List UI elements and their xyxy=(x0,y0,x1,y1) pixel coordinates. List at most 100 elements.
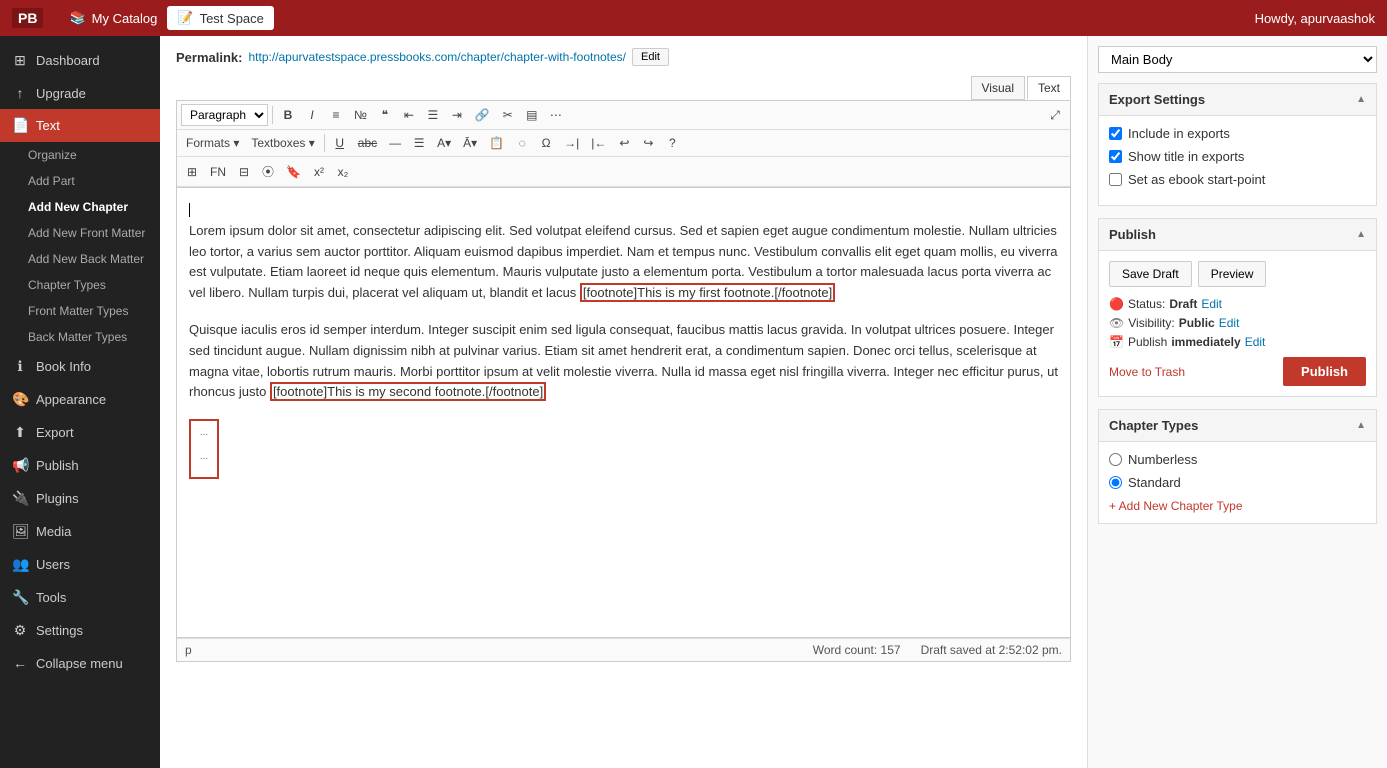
small-block[interactable]: ... ... xyxy=(189,419,219,479)
subscript-button[interactable]: x₂ xyxy=(332,162,354,182)
font-bg-button[interactable]: Ā▾ xyxy=(458,133,482,153)
underline-button[interactable]: U xyxy=(329,133,351,153)
ul-button[interactable]: ≡ xyxy=(325,105,347,125)
sidebar-item-media[interactable]: 🖼 Media xyxy=(0,515,160,548)
sidebar-item-upgrade[interactable]: ↑ Upgrade xyxy=(0,77,160,109)
status-edit-link[interactable]: Edit xyxy=(1201,297,1222,311)
blockquote-button[interactable]: ❝ xyxy=(374,105,396,125)
sidebar-subitem-organize[interactable]: Organize xyxy=(0,142,160,168)
clear-format-button[interactable]: ◌ xyxy=(511,133,533,153)
export-chevron-icon: ▲ xyxy=(1356,94,1366,105)
align-right-button[interactable]: ⇥ xyxy=(446,105,468,125)
editor-status-bar: p Word count: 157 Draft saved at 2:52:02… xyxy=(176,638,1071,662)
fullscreen-button[interactable]: ⤢ xyxy=(1044,105,1066,126)
undo-button[interactable]: ↩ xyxy=(613,133,635,153)
editor-paragraph-2[interactable]: Quisque iaculis eros id semper interdum.… xyxy=(189,320,1058,403)
footnote-1[interactable]: [footnote]This is my first footnote.[/fo… xyxy=(580,283,835,302)
publish-button[interactable]: Publish xyxy=(1283,357,1366,386)
footnote-2[interactable]: [footnote]This is my second footnote.[/f… xyxy=(270,382,546,401)
sidebar-item-users[interactable]: 👥 Users xyxy=(0,548,160,581)
sidebar-item-dashboard[interactable]: ⊞ Dashboard xyxy=(0,44,160,77)
publish-section: Publish ▲ Save Draft Preview 🔴 Status: D… xyxy=(1098,218,1377,397)
add-chapter-type-link[interactable]: + Add New Chapter Type xyxy=(1109,499,1243,513)
preview-button[interactable]: Preview xyxy=(1198,261,1267,287)
include-exports-checkbox[interactable] xyxy=(1109,127,1122,140)
sidebar-item-collapse[interactable]: ← Collapse menu xyxy=(0,647,160,679)
sidebar-item-book-info[interactable]: ℹ Book Info xyxy=(0,350,160,383)
separator-2 xyxy=(324,134,325,152)
unlink-button[interactable]: ✂ xyxy=(497,105,519,125)
indent-button[interactable]: →| xyxy=(559,133,584,153)
timing-icon: 📅 xyxy=(1109,335,1124,349)
publish-timing-label: Publish xyxy=(1128,335,1167,349)
font-color-button[interactable]: A▾ xyxy=(432,133,456,153)
more-button[interactable]: ⋯ xyxy=(545,105,567,125)
link-button[interactable]: 🔗 xyxy=(470,105,495,125)
tab-text[interactable]: Text xyxy=(1027,76,1071,100)
help-button[interactable]: ? xyxy=(661,133,683,153)
sidebar-item-tools[interactable]: 🔧 Tools xyxy=(0,581,160,614)
topbar-catalog-link[interactable]: 📚 My Catalog xyxy=(59,6,167,30)
align-left-button[interactable]: ⇤ xyxy=(398,105,420,125)
sidebar-item-publish[interactable]: 📢 Publish xyxy=(0,449,160,482)
sidebar-item-export[interactable]: ⬆ Export xyxy=(0,416,160,449)
formats-dropdown[interactable]: Formats ▾ xyxy=(181,133,244,153)
sidebar-subitem-add-back[interactable]: Add New Back Matter xyxy=(0,246,160,272)
permalink-edit-button[interactable]: Edit xyxy=(632,48,669,66)
bold-button[interactable]: B xyxy=(277,105,299,125)
sidebar-subitem-back-types[interactable]: Back Matter Types xyxy=(0,324,160,350)
editor-toolbar: Paragraph Heading 1 Heading 2 B I ≡ № ❝ … xyxy=(176,100,1071,188)
special-char-button[interactable]: Ω xyxy=(535,133,557,153)
paragraph-select[interactable]: Paragraph Heading 1 Heading 2 xyxy=(181,104,268,126)
save-draft-button[interactable]: Save Draft xyxy=(1109,261,1192,287)
textboxes-dropdown[interactable]: Textboxes ▾ xyxy=(246,133,319,153)
outdent-button[interactable]: |← xyxy=(586,133,611,153)
numberless-label: Numberless xyxy=(1128,452,1197,467)
grid-button[interactable]: ⊟ xyxy=(233,162,255,182)
word-count-area: Word count: 157 Draft saved at 2:52:02 p… xyxy=(813,643,1062,657)
publish-buttons: Save Draft Preview xyxy=(1109,261,1366,287)
include-exports-label: Include in exports xyxy=(1128,126,1230,141)
paste-word-button[interactable]: 📋 xyxy=(484,133,509,153)
strikethrough-button[interactable]: abc xyxy=(353,133,382,153)
redo-button[interactable]: ↪ xyxy=(637,133,659,153)
show-title-checkbox[interactable] xyxy=(1109,150,1122,163)
editor-paragraph-1[interactable]: Lorem ipsum dolor sit amet, consectetur … xyxy=(189,221,1058,304)
italic-button[interactable]: I xyxy=(301,105,323,125)
sidebar-subitem-add-chapter[interactable]: Add New Chapter xyxy=(0,194,160,220)
fn-button[interactable]: FN xyxy=(205,162,231,182)
ol-button[interactable]: № xyxy=(349,105,372,125)
bookinfo-icon: ℹ xyxy=(12,358,28,375)
align-justify-button[interactable]: ☰ xyxy=(408,133,430,153)
sidebar-item-plugins[interactable]: 🔌 Plugins xyxy=(0,482,160,515)
permalink-url[interactable]: http://apurvatestspace.pressbooks.com/ch… xyxy=(248,50,626,64)
horizontal-rule-button[interactable]: — xyxy=(384,133,406,153)
sidebar-subitem-front-types[interactable]: Front Matter Types xyxy=(0,298,160,324)
circle-button[interactable]: ⦿ xyxy=(257,160,279,183)
sidebar-publish-icon: 📢 xyxy=(12,457,28,474)
superscript-button[interactable]: x² xyxy=(308,162,330,182)
table-button[interactable]: ▤ xyxy=(521,105,543,125)
bookmark-button[interactable]: 🔖 xyxy=(281,162,306,182)
editor-area[interactable]: Lorem ipsum dolor sit amet, consectetur … xyxy=(176,188,1071,638)
sidebar-item-appearance[interactable]: 🎨 Appearance xyxy=(0,383,160,416)
publish-timing-row: 📅 Publish immediately Edit xyxy=(1109,335,1366,349)
move-to-trash-link[interactable]: Move to Trash xyxy=(1109,365,1185,379)
numberless-radio[interactable] xyxy=(1109,453,1122,466)
main-body-select[interactable]: Main Body xyxy=(1098,46,1377,73)
table-insert-button[interactable]: ⊞ xyxy=(181,162,203,182)
sidebar-item-text[interactable]: 📄 Text xyxy=(0,109,160,142)
sidebar-subitem-add-part[interactable]: Add Part xyxy=(0,168,160,194)
sidebar-subitem-add-front[interactable]: Add New Front Matter xyxy=(0,220,160,246)
sidebar-item-settings[interactable]: ⚙ Settings xyxy=(0,614,160,647)
align-center-button[interactable]: ☰ xyxy=(422,105,444,125)
show-title-row: Show title in exports xyxy=(1109,149,1366,164)
ebook-start-checkbox[interactable] xyxy=(1109,173,1122,186)
topbar-active-tab[interactable]: 📝 Test Space xyxy=(167,6,274,30)
visibility-edit-link[interactable]: Edit xyxy=(1219,316,1240,330)
standard-radio[interactable] xyxy=(1109,476,1122,489)
editor-tabs: Visual Text xyxy=(971,76,1071,100)
sidebar-subitem-chapter-types[interactable]: Chapter Types xyxy=(0,272,160,298)
publish-timing-edit-link[interactable]: Edit xyxy=(1245,335,1266,349)
tab-visual[interactable]: Visual xyxy=(971,76,1025,100)
